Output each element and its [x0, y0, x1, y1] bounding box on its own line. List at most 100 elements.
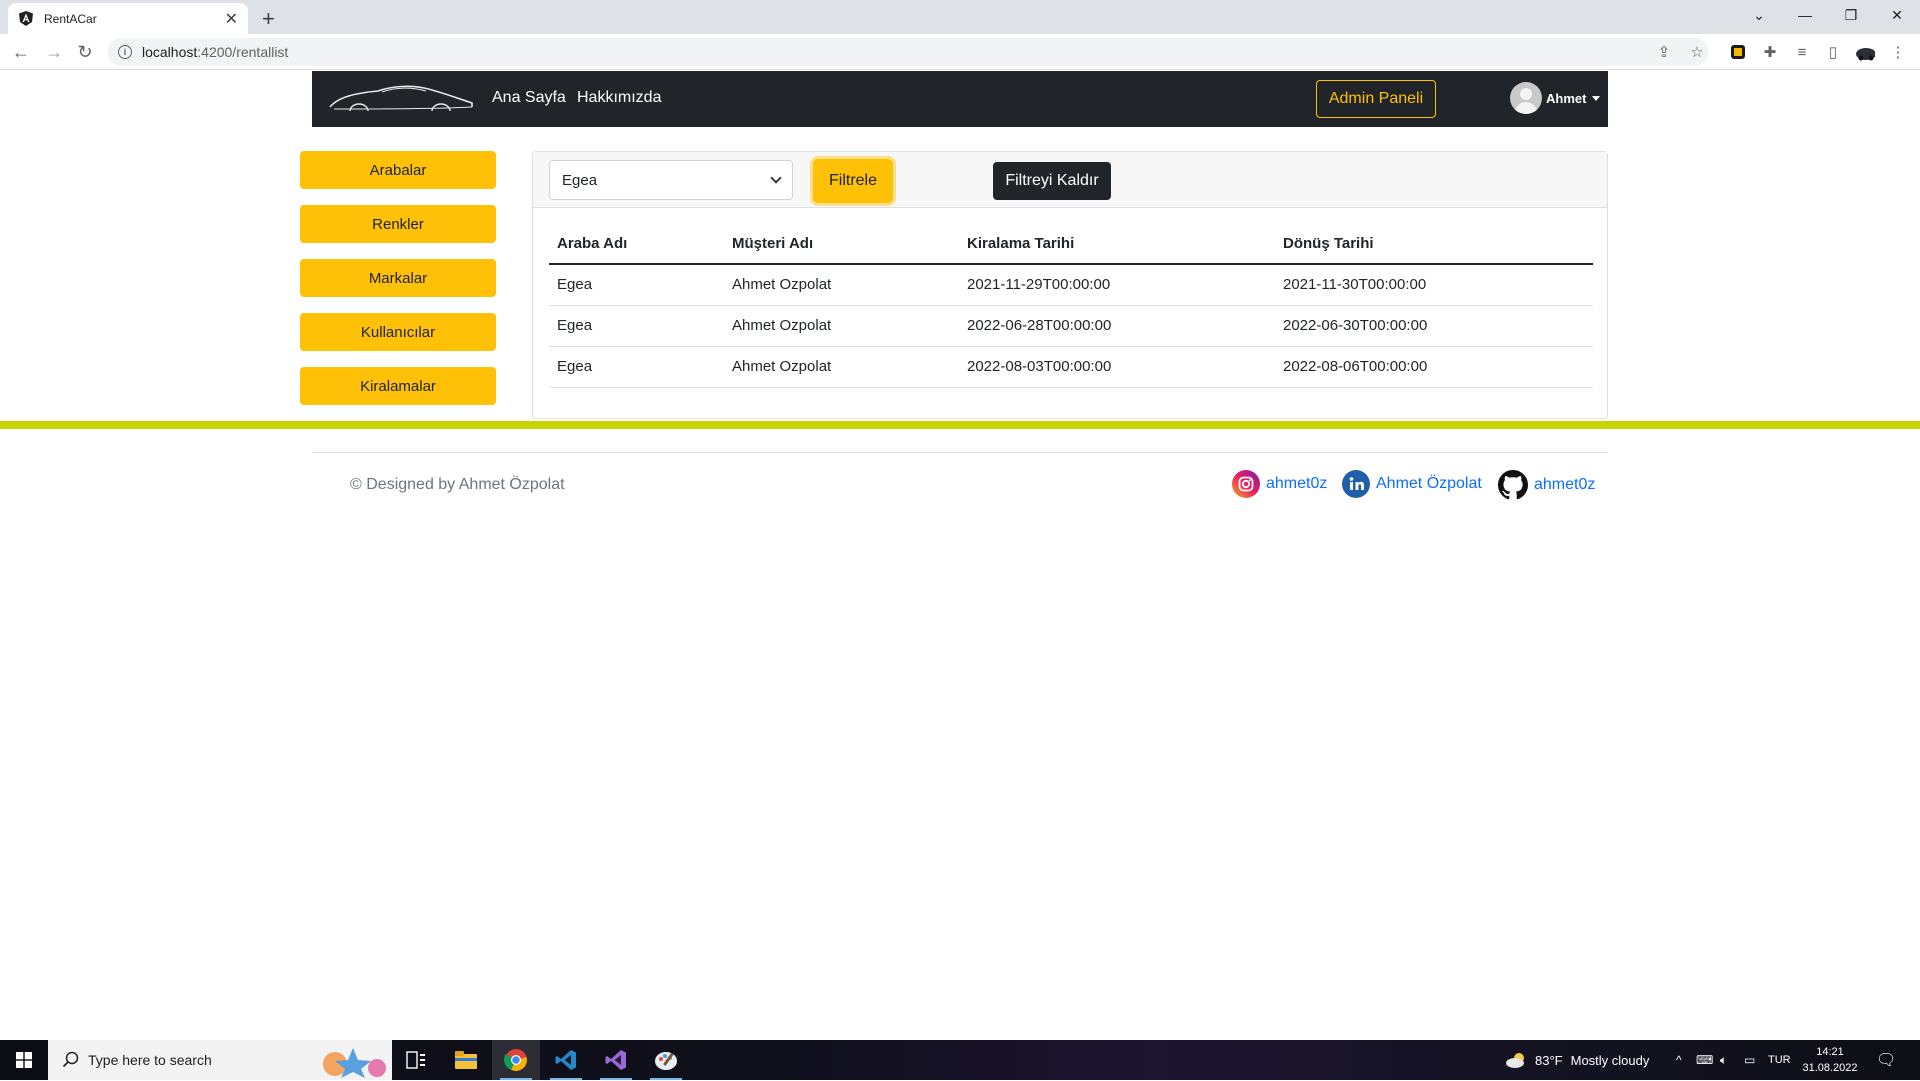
- nav-link-about[interactable]: Hakkımızda: [577, 89, 661, 107]
- task-view-icon[interactable]: [392, 1040, 440, 1080]
- cell-car: Egea: [549, 305, 724, 347]
- instagram-link[interactable]: ahmet0z: [1232, 470, 1327, 498]
- taskbar-search-input[interactable]: Type here to search: [48, 1040, 392, 1080]
- reload-icon[interactable]: ↻: [73, 40, 97, 64]
- sidebar-item-users[interactable]: Kullanıcılar: [300, 313, 496, 351]
- sidebar-item-rentals[interactable]: Kiralamalar: [300, 367, 496, 405]
- show-hidden-icons-icon[interactable]: ^: [1676, 1040, 1682, 1080]
- cell-car: Egea: [549, 264, 724, 306]
- vscode-icon[interactable]: [542, 1040, 590, 1080]
- nav-link-home[interactable]: Ana Sayfa: [492, 89, 566, 107]
- user-menu[interactable]: Ahmet: [1510, 82, 1601, 114]
- instagram-icon: [1232, 470, 1260, 498]
- reading-list-icon[interactable]: ≡: [1792, 42, 1812, 62]
- clock-date: 31.08.2022: [1802, 1062, 1858, 1074]
- paint-app-icon[interactable]: [642, 1040, 690, 1080]
- car-select[interactable]: Egea: [549, 160, 793, 200]
- car-logo-icon[interactable]: [326, 79, 476, 124]
- windows-start-icon[interactable]: [0, 1040, 48, 1080]
- visual-studio-icon[interactable]: [592, 1040, 640, 1080]
- window-close-icon[interactable]: ✕: [1874, 0, 1920, 30]
- close-tab-icon[interactable]: ✕: [225, 9, 238, 29]
- notifications-icon[interactable]: 🗨︎: [1876, 1040, 1896, 1080]
- cell-customer: Ahmet Ozpolat: [724, 305, 959, 347]
- rental-list-card: Egea Filtrele Filtreyi Kaldır Araba Adı …: [532, 151, 1608, 419]
- search-placeholder: Type here to search: [88, 1052, 212, 1068]
- cell-customer: Ahmet Ozpolat: [724, 346, 959, 388]
- linkedin-name: Ahmet Özpolat: [1376, 475, 1482, 492]
- clock-time: 14:21: [1816, 1046, 1844, 1058]
- browser-menu-icon[interactable]: ⋮: [1888, 42, 1908, 62]
- volume-icon[interactable]: 🔈︎: [1720, 1040, 1727, 1080]
- sidebar-item-colors[interactable]: Renkler: [300, 205, 496, 243]
- filter-bar: Egea Filtrele Filtreyi Kaldır: [533, 152, 1607, 208]
- address-bar[interactable]: i localhost:4200/rentallist: [108, 38, 1708, 66]
- column-header-return-date[interactable]: Dönüş Tarihi: [1275, 224, 1593, 265]
- footer-accent-line: [0, 421, 1920, 429]
- extensions-puzzle-icon[interactable]: ✚: [1760, 42, 1780, 62]
- sidebar-item-brands[interactable]: Markalar: [300, 259, 496, 297]
- column-header-rent-date[interactable]: Kiralama Tarihi: [959, 224, 1275, 265]
- language-indicator[interactable]: TUR: [1768, 1040, 1791, 1080]
- search-icon: [62, 1051, 80, 1072]
- linkedin-icon: [1342, 470, 1370, 498]
- cell-rent-date: 2022-08-03T00:00:00: [959, 346, 1275, 388]
- share-icon[interactable]: ⇪: [1654, 42, 1674, 62]
- cell-return-date: 2022-06-30T00:00:00: [1275, 305, 1593, 347]
- tab-search-icon[interactable]: ⌄: [1736, 0, 1782, 30]
- cell-car: Egea: [549, 346, 724, 388]
- user-avatar-icon: [1510, 82, 1542, 114]
- network-icon[interactable]: ⌨: [1696, 1040, 1713, 1080]
- file-explorer-icon[interactable]: [442, 1040, 490, 1080]
- car-select-value: Egea: [562, 171, 598, 189]
- display-icon[interactable]: ▭: [1744, 1040, 1755, 1080]
- github-icon: [1498, 470, 1528, 500]
- user-name: Ahmet: [1546, 90, 1587, 106]
- instagram-handle: ahmet0z: [1266, 475, 1328, 492]
- footer-copyright: © Designed by Ahmet Özpolat: [350, 476, 565, 493]
- search-highlight-icon: [313, 1044, 391, 1081]
- back-icon[interactable]: ←: [9, 40, 33, 64]
- cell-return-date: 2022-08-06T00:00:00: [1275, 346, 1593, 388]
- side-panel-icon[interactable]: ▯: [1823, 42, 1843, 62]
- forward-icon[interactable]: →: [42, 40, 66, 64]
- weather-widget[interactable]: 83°F Mostly cloudy: [1505, 1040, 1649, 1080]
- dropdown-caret-icon: [1592, 95, 1601, 101]
- url-host: localhost: [142, 44, 198, 60]
- cell-rent-date: 2021-11-29T00:00:00: [959, 264, 1275, 306]
- browser-toolbar: ← → ↻ i localhost:4200/rentallist ⇪ ☆ ✚ …: [0, 34, 1920, 70]
- rental-table: Araba Adı Müşteri Adı Kiralama Tarihi Dö…: [549, 224, 1593, 388]
- cell-return-date: 2021-11-30T00:00:00: [1275, 264, 1593, 306]
- windows-taskbar: Type here to search 83°F Mostly cloudy ^…: [0, 1040, 1920, 1080]
- taskbar-clock[interactable]: 14:21 31.08.2022: [1800, 1044, 1860, 1076]
- minimize-icon[interactable]: —: [1782, 0, 1828, 30]
- chrome-taskbar-icon[interactable]: [492, 1040, 540, 1080]
- weather-temp: 83°F: [1535, 1052, 1563, 1068]
- linkedin-link[interactable]: Ahmet Özpolat: [1342, 470, 1482, 498]
- cloud-icon: [1505, 1052, 1527, 1068]
- table-row: Egea Ahmet Ozpolat 2022-08-03T00:00:00 2…: [549, 346, 1593, 388]
- url-path: :4200/rentallist: [197, 44, 289, 60]
- column-header-customer[interactable]: Müşteri Adı: [724, 224, 959, 265]
- new-tab-icon[interactable]: +: [262, 6, 275, 32]
- site-info-icon[interactable]: i: [118, 45, 132, 59]
- github-link[interactable]: ahmet0z: [1498, 470, 1595, 500]
- app-navbar: Ana Sayfa Hakkımızda Admin Paneli Ahmet: [312, 71, 1608, 127]
- bookmark-star-icon[interactable]: ☆: [1687, 42, 1707, 62]
- filter-button[interactable]: Filtrele: [813, 159, 893, 203]
- github-handle: ahmet0z: [1534, 476, 1596, 493]
- tab-title: RentACar: [44, 11, 97, 26]
- extension-cube-icon[interactable]: [1728, 42, 1748, 62]
- profile-avatar-icon[interactable]: [1855, 42, 1875, 62]
- restore-icon[interactable]: ❐: [1828, 0, 1874, 30]
- chevron-down-icon: [770, 171, 782, 184]
- column-header-car[interactable]: Araba Adı: [549, 224, 724, 265]
- clear-filter-button[interactable]: Filtreyi Kaldır: [993, 162, 1111, 200]
- sidebar-item-cars[interactable]: Arabalar: [300, 151, 496, 189]
- admin-panel-button[interactable]: Admin Paneli: [1316, 80, 1436, 118]
- browser-tab[interactable]: RentACar ✕: [8, 3, 248, 34]
- browser-tab-strip: RentACar ✕ + ⌄ — ❐ ✕: [0, 0, 1920, 34]
- weather-text: Mostly cloudy: [1570, 1052, 1650, 1068]
- table-header-row: Araba Adı Müşteri Adı Kiralama Tarihi Dö…: [549, 224, 1593, 265]
- cell-customer: Ahmet Ozpolat: [724, 264, 959, 306]
